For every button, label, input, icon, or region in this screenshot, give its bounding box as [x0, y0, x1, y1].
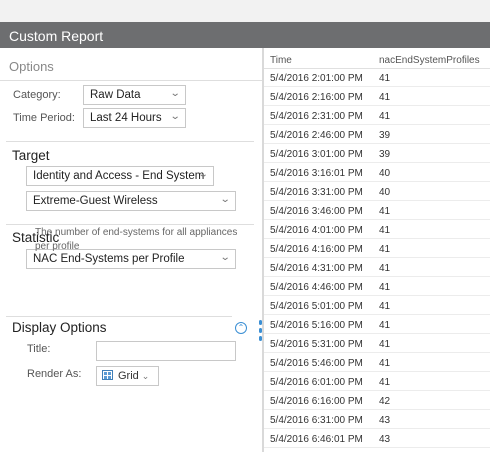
statistic-description: The number of end-systems for all applia…: [35, 227, 238, 252]
table-row[interactable]: 5/4/2016 6:31:00 PM 43: [264, 411, 490, 429]
profiles-cell: 43: [379, 415, 391, 426]
time-cell: 5/4/2016 4:16:00 PM: [270, 244, 363, 255]
profiles-cell: 39: [379, 149, 391, 160]
target-type-value: Identity and Access - End System: [33, 170, 205, 182]
table-row[interactable]: 5/4/2016 3:31:00 PM 40: [264, 183, 490, 201]
table-row[interactable]: 5/4/2016 4:01:00 PM 41: [264, 221, 490, 239]
time-cell: 5/4/2016 6:31:00 PM: [270, 415, 363, 426]
chevron-down-icon: ⌄: [169, 88, 181, 99]
table-row[interactable]: 5/4/2016 2:31:00 PM 41: [264, 107, 490, 125]
profiles-cell: 41: [379, 111, 391, 122]
chevron-down-icon: ⌄: [197, 169, 209, 180]
profiles-cell: 40: [379, 168, 391, 179]
table-row[interactable]: 5/4/2016 3:16:01 PM 40: [264, 164, 490, 182]
chevron-down-icon: ⌄: [141, 371, 150, 381]
grid-icon: [102, 370, 113, 380]
table-row[interactable]: 5/4/2016 3:01:00 PM 39: [264, 145, 490, 163]
profiles-cell: 41: [379, 92, 391, 103]
options-panel: Options Category: Raw Data ⌄ Time Period…: [0, 48, 262, 452]
profiles-cell: 41: [379, 225, 391, 236]
profiles-cell: 41: [379, 358, 391, 369]
render-as-value: Grid: [118, 370, 139, 382]
target-divider: [6, 141, 254, 142]
results-grid: Time nacEndSystemProfiles 5/4/2016 2:01:…: [264, 48, 490, 452]
time-cell: 5/4/2016 3:16:01 PM: [270, 168, 363, 179]
period-label: Time Period:: [13, 112, 75, 124]
time-cell: 5/4/2016 2:16:00 PM: [270, 92, 363, 103]
table-row[interactable]: 5/4/2016 2:16:00 PM 41: [264, 88, 490, 106]
time-cell: 5/4/2016 5:31:00 PM: [270, 339, 363, 350]
time-cell: 5/4/2016 6:46:01 PM: [270, 434, 363, 445]
table-row[interactable]: 5/4/2016 4:46:00 PM 41: [264, 278, 490, 296]
table-row[interactable]: 5/4/2016 5:01:00 PM 41: [264, 297, 490, 315]
column-header-time[interactable]: Time: [270, 55, 292, 66]
table-row[interactable]: 5/4/2016 4:31:00 PM 41: [264, 259, 490, 277]
options-heading: Options: [9, 59, 54, 74]
profiles-cell: 41: [379, 320, 391, 331]
time-cell: 5/4/2016 5:16:00 PM: [270, 320, 363, 331]
table-row[interactable]: 5/4/2016 5:46:00 PM 41: [264, 354, 490, 372]
target-type-select[interactable]: Identity and Access - End System ⌄: [26, 166, 214, 186]
top-strip: [0, 0, 490, 22]
table-row[interactable]: 5/4/2016 6:16:00 PM 42: [264, 392, 490, 410]
profiles-cell: 41: [379, 339, 391, 350]
time-cell: 5/4/2016 4:31:00 PM: [270, 263, 363, 274]
table-row[interactable]: 5/4/2016 4:16:00 PM 41: [264, 240, 490, 258]
period-select[interactable]: Last 24 Hours ⌄: [83, 108, 186, 128]
period-value: Last 24 Hours: [90, 112, 162, 124]
window-title: Custom Report: [0, 22, 490, 48]
time-cell: 5/4/2016 5:01:00 PM: [270, 301, 363, 312]
time-cell: 5/4/2016 4:46:00 PM: [270, 282, 363, 293]
statistic-divider: [6, 224, 254, 225]
column-header-profiles[interactable]: nacEndSystemProfiles: [379, 55, 480, 66]
display-options-heading: Display Options: [12, 320, 107, 335]
title-input[interactable]: [96, 341, 236, 361]
time-cell: 5/4/2016 5:46:00 PM: [270, 358, 363, 369]
title-label: Title:: [27, 343, 51, 355]
chevron-up-circle-icon[interactable]: ⌃: [235, 322, 247, 334]
category-select[interactable]: Raw Data ⌄: [83, 85, 186, 105]
time-cell: 5/4/2016 6:01:00 PM: [270, 377, 363, 388]
time-cell: 5/4/2016 2:46:00 PM: [270, 130, 363, 141]
chevron-down-icon: ⌄: [169, 111, 181, 122]
time-cell: 5/4/2016 6:16:00 PM: [270, 396, 363, 407]
profiles-cell: 41: [379, 301, 391, 312]
table-row[interactable]: 5/4/2016 6:46:01 PM 43: [264, 430, 490, 448]
time-cell: 5/4/2016 4:01:00 PM: [270, 225, 363, 236]
profiles-cell: 41: [379, 206, 391, 217]
render-as-select[interactable]: Grid ⌄: [96, 366, 159, 386]
target-select[interactable]: Extreme-Guest Wireless ⌄: [26, 191, 236, 211]
category-value: Raw Data: [90, 89, 141, 101]
profiles-cell: 41: [379, 282, 391, 293]
profiles-cell: 41: [379, 244, 391, 255]
table-row[interactable]: 5/4/2016 6:01:00 PM 41: [264, 373, 490, 391]
profiles-cell: 41: [379, 73, 391, 84]
target-heading: Target: [12, 148, 50, 163]
statistic-value: NAC End-Systems per Profile: [33, 253, 185, 265]
profiles-cell: 43: [379, 434, 391, 445]
render-as-label: Render As:: [27, 368, 82, 380]
chevron-down-icon: ⌄: [219, 194, 231, 205]
table-row[interactable]: 5/4/2016 5:16:00 PM 41: [264, 316, 490, 334]
time-cell: 5/4/2016 3:46:00 PM: [270, 206, 363, 217]
time-cell: 5/4/2016 2:31:00 PM: [270, 111, 363, 122]
profiles-cell: 42: [379, 396, 391, 407]
target-value: Extreme-Guest Wireless: [33, 195, 158, 207]
table-header: Time nacEndSystemProfiles: [264, 48, 490, 69]
table-row[interactable]: 5/4/2016 3:46:00 PM 41: [264, 202, 490, 220]
time-cell: 5/4/2016 2:01:00 PM: [270, 73, 363, 84]
profiles-cell: 39: [379, 130, 391, 141]
profiles-cell: 41: [379, 377, 391, 388]
table-row[interactable]: 5/4/2016 5:31:00 PM 41: [264, 335, 490, 353]
category-label: Category:: [13, 89, 61, 101]
time-cell: 5/4/2016 3:31:00 PM: [270, 187, 363, 198]
options-divider: [0, 80, 262, 81]
profiles-cell: 41: [379, 263, 391, 274]
table-row[interactable]: 5/4/2016 2:01:00 PM 41: [264, 69, 490, 87]
time-cell: 5/4/2016 3:01:00 PM: [270, 149, 363, 160]
table-row[interactable]: 5/4/2016 2:46:00 PM 39: [264, 126, 490, 144]
display-options-divider: [6, 316, 232, 317]
profiles-cell: 40: [379, 187, 391, 198]
